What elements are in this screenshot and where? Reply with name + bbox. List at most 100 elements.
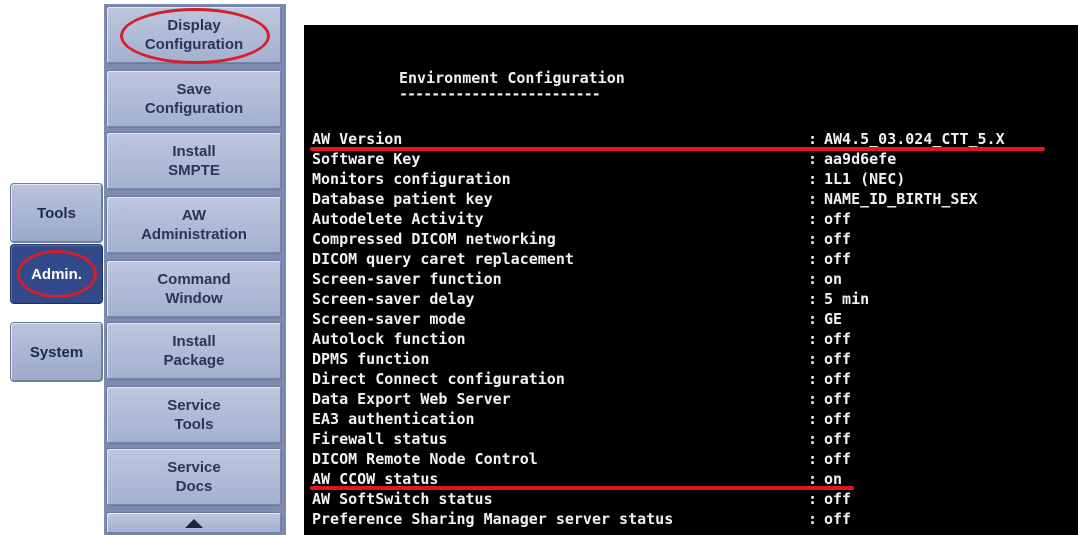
config-row: Data Export Web Server: off (312, 389, 1072, 409)
service-tools-button[interactable]: Service Tools (106, 386, 282, 444)
config-row: Firewall status: off (312, 429, 1072, 449)
config-row: DICOM query caret replacement: off (312, 249, 1072, 269)
config-label: AW Version (312, 130, 403, 148)
config-label: Screen-saver delay (312, 290, 475, 308)
config-separator: : (808, 410, 818, 428)
tab-admin[interactable]: Admin. (10, 244, 103, 304)
config-value: off (824, 370, 852, 388)
command-window-button[interactable]: Command Window (106, 260, 282, 318)
title-underline: ------------------------- (399, 85, 601, 103)
config-row: Compressed DICOM networking: off (312, 229, 1072, 249)
config-value: 5 min (824, 290, 870, 308)
config-row: DICOM Remote Node Control: off (312, 449, 1072, 469)
tab-admin-label: Admin. (31, 265, 82, 283)
command-window-label: Command Window (157, 271, 231, 307)
aw-administration-button[interactable]: AW Administration (106, 196, 282, 254)
config-separator: : (808, 170, 818, 188)
config-value: off (824, 510, 852, 528)
config-separator: : (808, 310, 818, 328)
config-row: Direct Connect configuration: off (312, 369, 1072, 389)
install-smpte-button[interactable]: Install SMPTE (106, 132, 282, 190)
config-row: Screen-saver delay:5 min (312, 289, 1072, 309)
config-value: NAME_ID_BIRTH_SEX (824, 190, 978, 208)
config-separator: : (808, 190, 818, 208)
config-label: Screen-saver mode (312, 310, 466, 328)
config-label: Autodelete Activity (312, 210, 484, 228)
config-row: Software Key: aa9d6efe (312, 149, 1072, 169)
install-package-label: Install Package (163, 333, 225, 369)
config-value: off (824, 350, 852, 368)
config-label: Monitors configuration (312, 170, 511, 188)
config-separator: : (808, 210, 818, 228)
save-configuration-label: Save Configuration (144, 81, 244, 117)
config-row: AW SoftSwitch status: off (312, 489, 1072, 509)
tab-tools-label: Tools (37, 204, 76, 222)
environment-configuration-terminal: Environment Configuration --------------… (304, 25, 1078, 535)
config-value: off (824, 210, 852, 228)
config-separator: : (808, 350, 818, 368)
tab-system[interactable]: System (10, 322, 103, 382)
config-row: Screen-saver mode: GE (312, 309, 1072, 329)
display-configuration-button[interactable]: Display Configuration (106, 6, 282, 64)
config-row: Screen-saver function: on (312, 269, 1072, 289)
install-smpte-label: Install SMPTE (168, 143, 220, 179)
config-separator: : (808, 250, 818, 268)
config-separator: : (808, 430, 818, 448)
admin-button-panel: Display Configuration Save Configuration… (104, 4, 286, 535)
config-separator: : (808, 230, 818, 248)
config-value: on (824, 270, 843, 288)
config-label: Software Key (312, 150, 421, 168)
config-row: Autolock function: off (312, 329, 1072, 349)
service-docs-button[interactable]: Service Docs (106, 448, 282, 506)
config-separator: : (808, 290, 818, 308)
config-row: Monitors configuration:1L1 (NEC) (312, 169, 1072, 189)
config-separator: : (808, 510, 818, 528)
save-configuration-button[interactable]: Save Configuration (106, 70, 282, 128)
config-value: off (824, 230, 852, 248)
config-value: aa9d6efe (824, 150, 897, 168)
config-label: DPMS function (312, 350, 430, 368)
config-value: off (824, 410, 852, 428)
install-package-button[interactable]: Install Package (106, 322, 282, 380)
config-label: Autolock function (312, 330, 466, 348)
config-separator: : (808, 270, 818, 288)
config-separator: : (808, 130, 818, 148)
config-value: off (824, 490, 852, 508)
config-row: DPMS function: off (312, 349, 1072, 369)
config-row: Database patient key: NAME_ID_BIRTH_SEX (312, 189, 1072, 209)
triangle-up-icon (185, 518, 203, 528)
config-value: off (824, 430, 852, 448)
tab-tools[interactable]: Tools (10, 183, 103, 243)
tab-system-label: System (29, 343, 84, 361)
config-value: AW4.5_03.024_CTT_5.X (824, 130, 1005, 148)
config-value: off (824, 390, 852, 408)
scroll-up-button[interactable] (106, 512, 282, 534)
config-value: off (824, 330, 852, 348)
config-value: off (824, 250, 852, 268)
config-separator: : (808, 390, 818, 408)
config-row: AW Version: AW4.5_03.024_CTT_5.X (312, 129, 1072, 149)
config-row: Preference Sharing Manager server status… (312, 509, 1072, 529)
config-row: Autodelete Activity: off (312, 209, 1072, 229)
config-label: EA3 authentication (312, 410, 475, 428)
config-label: Firewall status (312, 430, 448, 448)
config-label: DICOM Remote Node Control (312, 450, 538, 468)
red-underline-aw-ccow (310, 486, 854, 490)
service-tools-label: Service Tools (167, 397, 221, 433)
config-label: DICOM query caret replacement (312, 250, 574, 268)
aw-administration-label: AW Administration (141, 207, 247, 243)
config-label: Database patient key (312, 190, 493, 208)
config-label: Preference Sharing Manager server status (312, 510, 674, 528)
config-label: Compressed DICOM networking (312, 230, 556, 248)
config-value: GE (824, 310, 843, 328)
config-separator: : (808, 330, 818, 348)
config-separator: : (808, 490, 818, 508)
red-underline-aw-version (310, 147, 1045, 151)
config-separator: : (808, 150, 818, 168)
config-separator: : (808, 450, 818, 468)
config-row: EA3 authentication: off (312, 409, 1072, 429)
config-value: off (824, 450, 852, 468)
config-label: Direct Connect configuration (312, 370, 565, 388)
service-docs-label: Service Docs (167, 459, 221, 495)
config-separator: : (808, 370, 818, 388)
